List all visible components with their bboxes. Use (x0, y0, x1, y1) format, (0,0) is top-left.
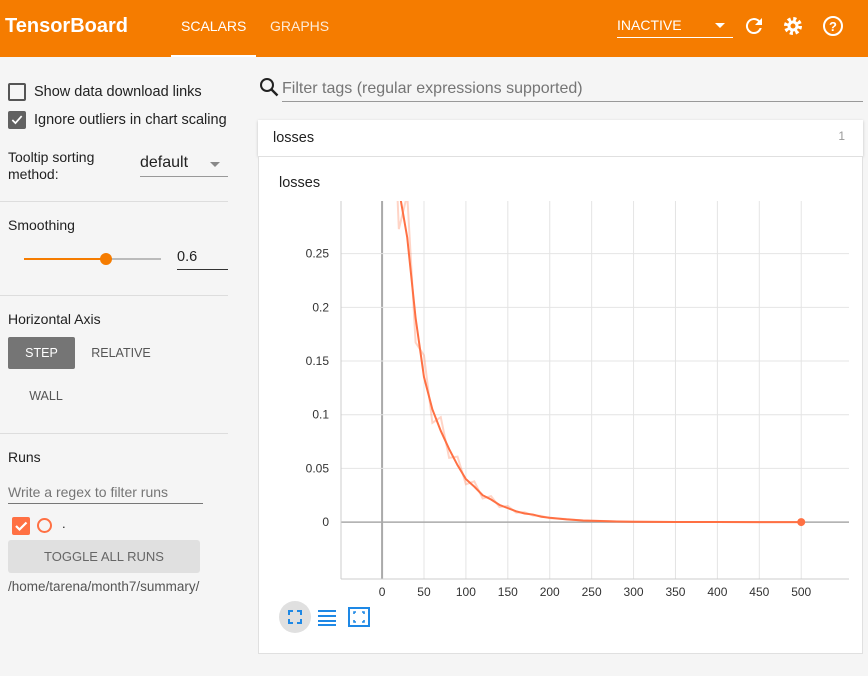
smoothing-slider[interactable] (24, 253, 161, 265)
chart-card: losses 0 50 100 150 200 250 300 350 400 450 500 0 0.… (258, 156, 863, 654)
status-dropdown[interactable]: INACTIVE (617, 17, 733, 38)
smoothing-slider-handle[interactable] (100, 253, 112, 265)
search-icon (260, 78, 279, 97)
x-tick-label: 500 (791, 585, 811, 597)
tooltip-sorting-value: default (140, 154, 189, 171)
expand-icon[interactable] (348, 607, 370, 627)
logdir-path: /home/tarena/month7/summary/ (8, 579, 200, 594)
run-name: . (62, 516, 66, 531)
chevron-down-icon (715, 23, 725, 33)
tooltip-sorting-dropdown[interactable]: default (140, 154, 228, 177)
y-tick-label: 0.25 (306, 247, 330, 261)
ignore-outliers-checkbox[interactable] (8, 111, 26, 129)
log-scale-icon[interactable] (317, 607, 337, 627)
axis-step-button[interactable]: STEP (8, 337, 75, 369)
horizontal-axis-label: Horizontal Axis (8, 311, 101, 327)
show-download-links-checkbox[interactable] (8, 83, 26, 101)
x-tick-label: 150 (498, 585, 518, 597)
tab-graphs[interactable]: GRAPHS (270, 18, 329, 34)
tab-scalars[interactable]: SCALARS (170, 18, 257, 57)
divider (0, 433, 228, 434)
x-tick-label: 350 (665, 585, 685, 597)
divider (0, 295, 228, 296)
x-tick-label: 200 (540, 585, 560, 597)
x-tick-label: 50 (417, 585, 431, 597)
x-tick-label: 450 (749, 585, 769, 597)
last-point-marker (797, 518, 806, 527)
tooltip-sorting-label-2: method: (8, 166, 59, 182)
x-tick-label: 400 (707, 585, 727, 597)
top-bar: TensorBoard SCALARS GRAPHS INACTIVE ? (0, 0, 868, 57)
axis-relative-button[interactable]: RELATIVE (84, 337, 158, 369)
smoothing-label: Smoothing (8, 217, 75, 233)
run-checkbox[interactable] (12, 517, 30, 535)
x-tick-label: 0 (379, 585, 386, 597)
check-icon (11, 115, 23, 125)
settings-icon[interactable] (781, 14, 805, 38)
y-tick-label: 0.05 (306, 461, 330, 475)
group-header-losses[interactable]: losses 1 (258, 120, 863, 156)
y-tick-label: 0.15 (306, 354, 330, 368)
runs-filter-input[interactable] (8, 480, 203, 504)
status-value: INACTIVE (617, 17, 682, 33)
smoothing-input[interactable]: 0.6 (177, 249, 228, 270)
brand: TensorBoard (5, 15, 128, 37)
x-tick-label: 250 (582, 585, 602, 597)
show-download-links-label: Show data download links (34, 84, 202, 100)
ignore-outliers-label: Ignore outliers in chart scaling (34, 112, 227, 128)
fit-domain-icon (288, 610, 302, 624)
x-tick-label: 300 (624, 585, 644, 597)
group-name: losses (273, 130, 315, 146)
divider (0, 201, 228, 202)
check-icon (15, 521, 28, 532)
filter-tags-input[interactable] (282, 76, 863, 102)
y-tick-label: 0.1 (312, 408, 329, 422)
group-count: 1 (838, 129, 845, 143)
loss-chart[interactable]: 0 50 100 150 200 250 300 350 400 450 500 0 0.05 0.1 0.… (259, 157, 864, 597)
axis-wall-button[interactable]: WALL (14, 380, 78, 412)
toggle-all-runs-button[interactable]: TOGGLE ALL RUNS (8, 540, 200, 573)
refresh-icon[interactable] (742, 14, 766, 38)
chevron-down-icon (210, 162, 220, 172)
smoothing-slider-fill (24, 258, 107, 260)
tooltip-sorting-label: Tooltip sorting (8, 149, 95, 165)
fit-domain-button[interactable] (279, 601, 311, 633)
run-color-radio[interactable] (37, 518, 52, 533)
help-icon[interactable]: ? (821, 14, 845, 38)
x-tick-label: 100 (456, 585, 476, 597)
y-tick-label: 0.2 (312, 300, 329, 314)
runs-label: Runs (8, 449, 41, 465)
y-tick-label: 0 (322, 515, 329, 529)
svg-text:?: ? (829, 19, 837, 34)
